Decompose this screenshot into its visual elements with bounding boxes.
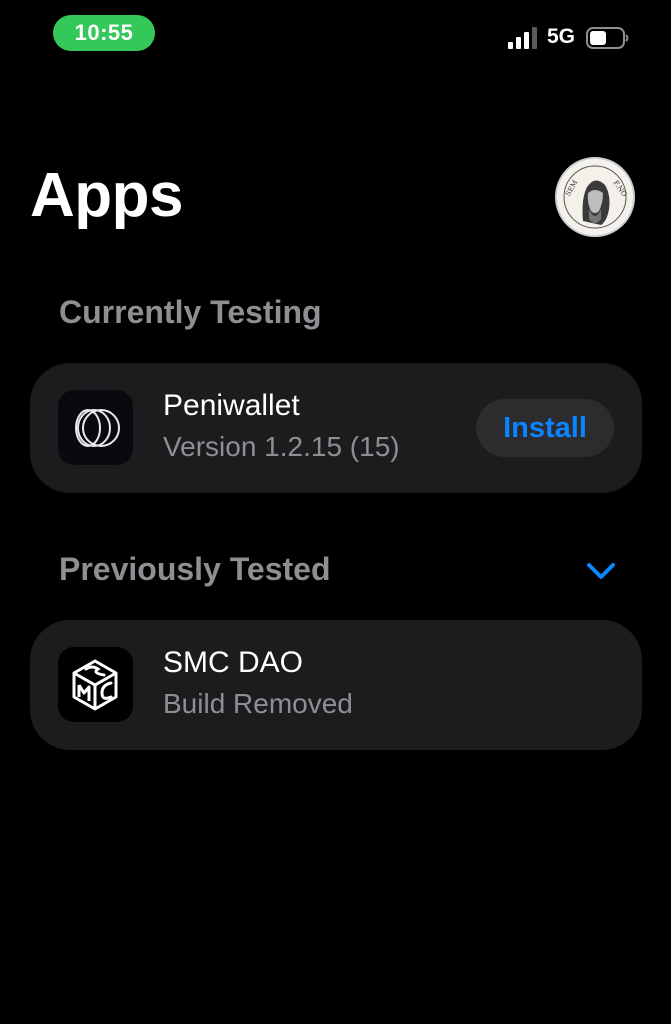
network-type: 5G — [547, 25, 576, 48]
status-time[interactable]: 10:55 — [53, 15, 155, 51]
smc-dao-cube-icon — [58, 647, 133, 722]
chevron-down-icon[interactable] — [584, 558, 618, 584]
app-version: Version 1.2.15 (15) — [163, 431, 400, 462]
page-title: Apps — [30, 161, 184, 230]
profile-avatar[interactable]: SEM F.NO — [555, 157, 635, 237]
app-name: SMC DAO — [163, 646, 304, 679]
avatar-engraving-icon: SEM F.NO — [559, 161, 631, 233]
app-card-peniwallet[interactable]: Peniwallet Version 1.2.15 (15) Install — [30, 363, 642, 493]
section-heading-previous: Previously Tested — [59, 551, 331, 587]
app-name: Peniwallet — [163, 389, 300, 422]
cellular-signal-icon — [508, 27, 537, 49]
peniwallet-rings-icon — [58, 390, 133, 465]
section-heading-current: Currently Testing — [59, 294, 322, 330]
app-card-smc-dao[interactable]: SMC DAO Build Removed — [30, 620, 642, 750]
status-bar: 10:55 5G — [0, 0, 671, 70]
battery-icon — [586, 27, 629, 49]
app-build-status: Build Removed — [163, 688, 353, 719]
install-button[interactable]: Install — [476, 399, 614, 457]
